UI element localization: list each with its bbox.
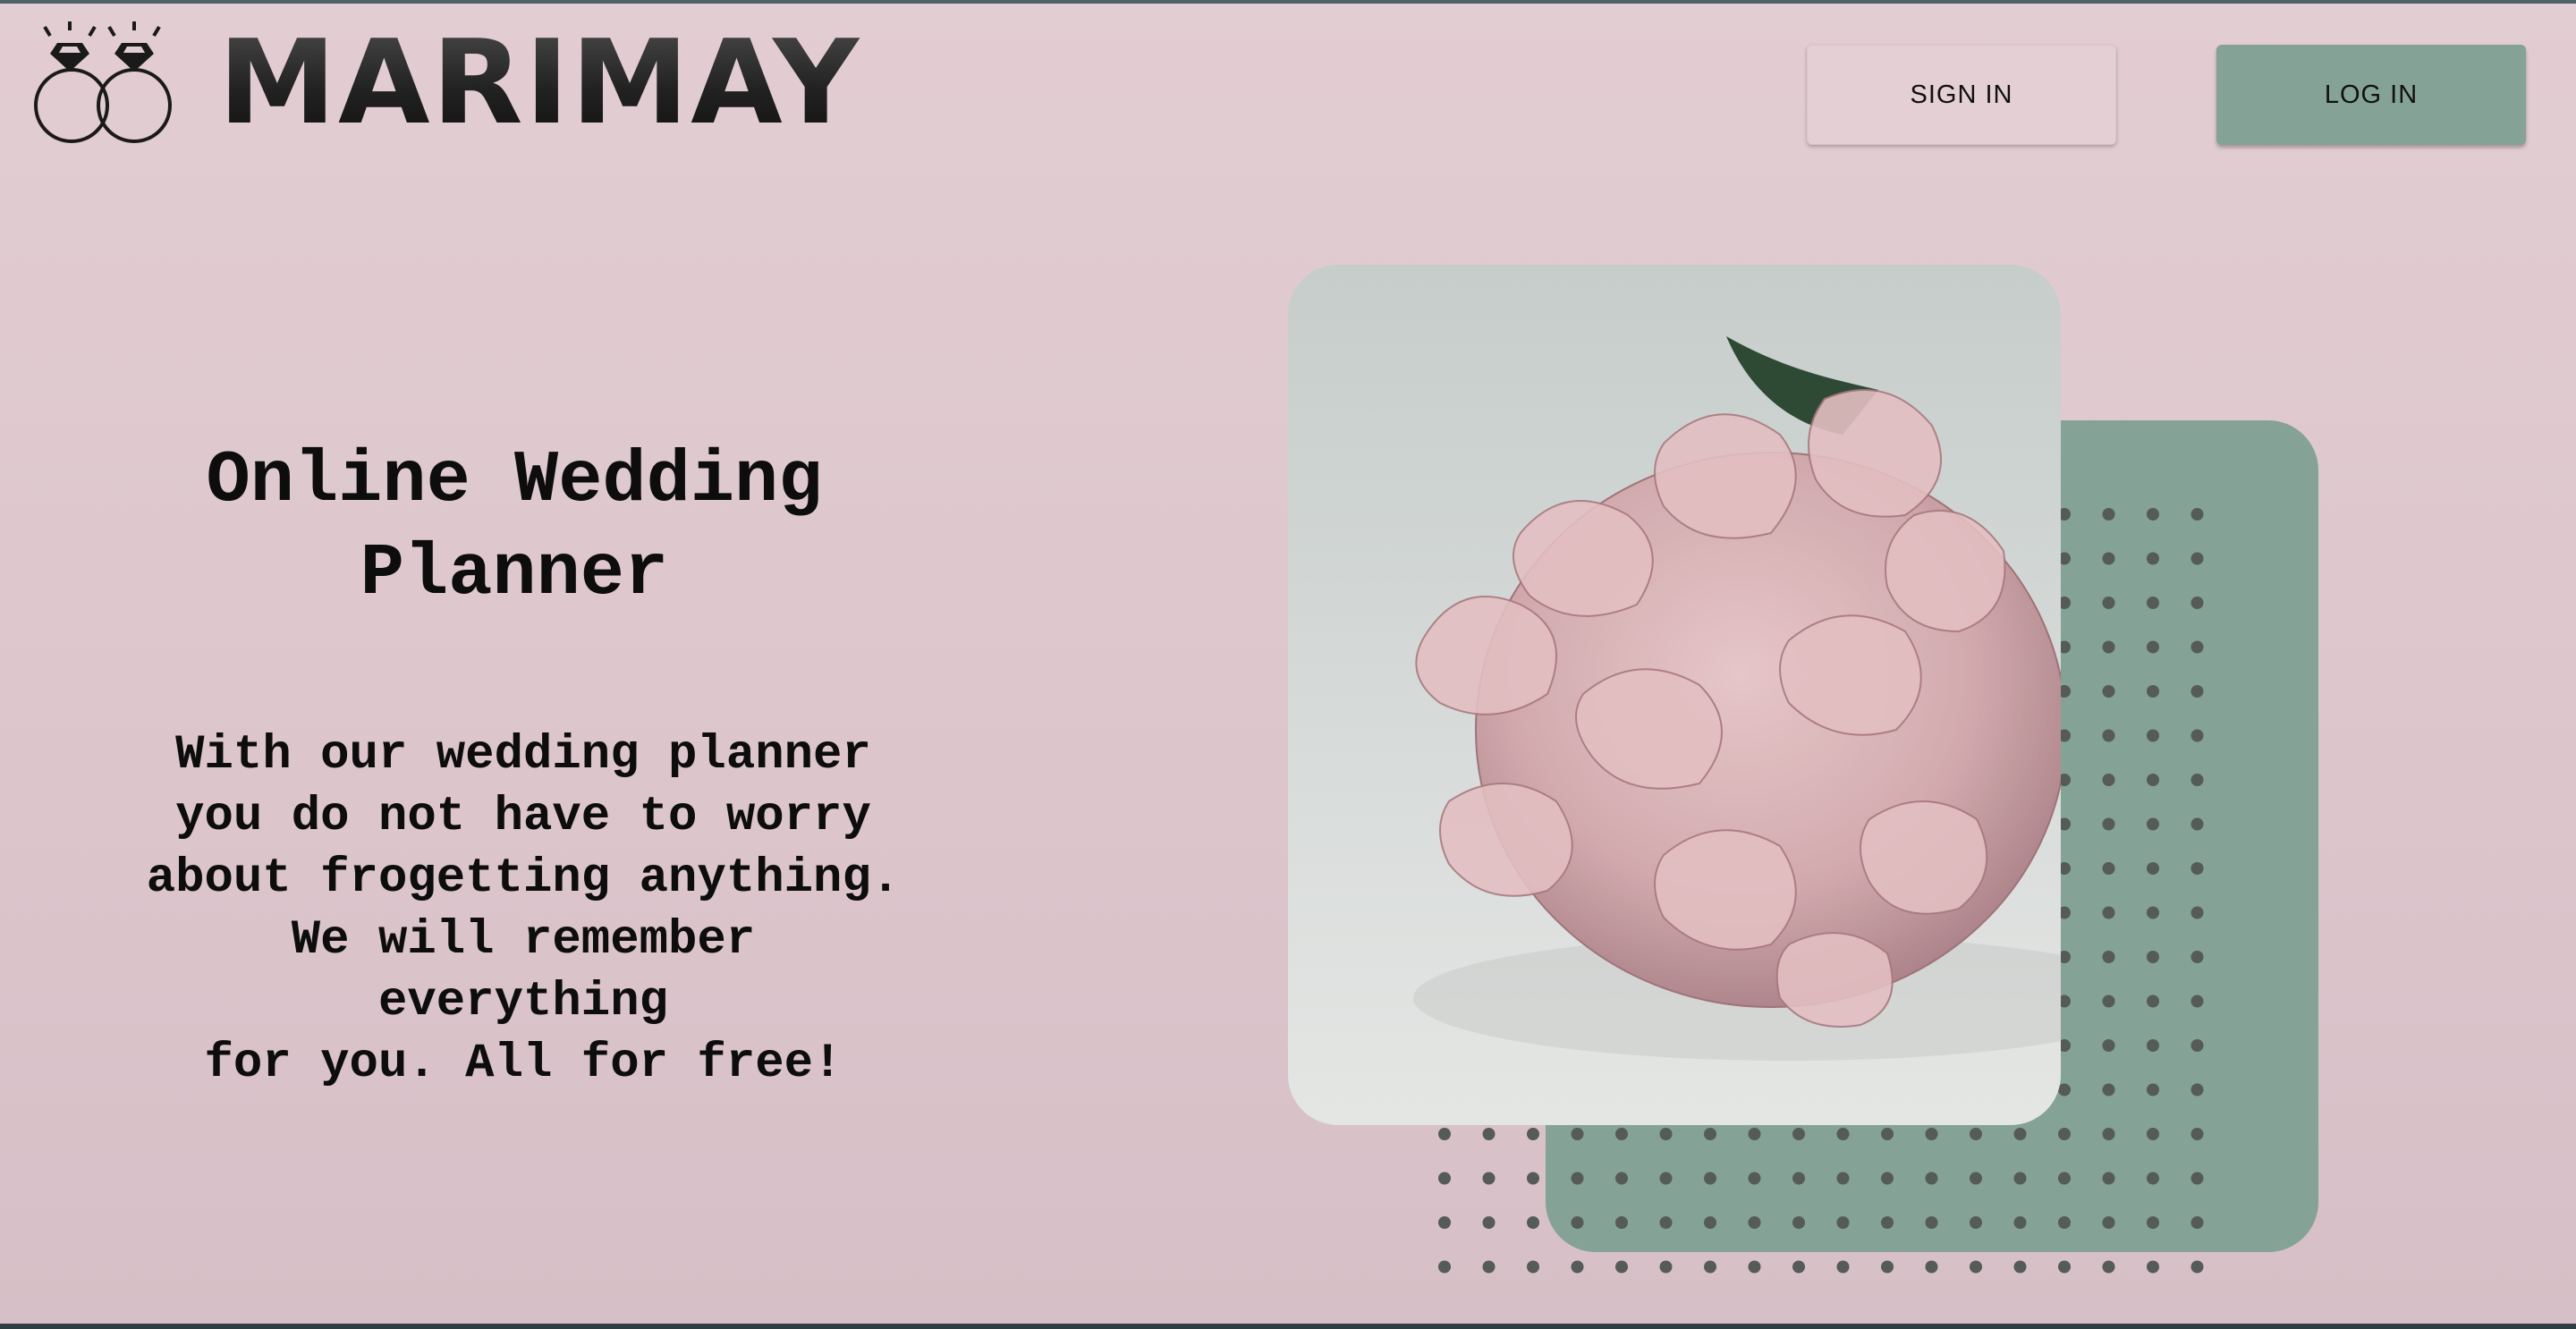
- hero-description-line: you do not have to worry: [175, 790, 871, 844]
- hero-description-line: We will remember everything: [291, 913, 756, 1029]
- hero-title-line: Online Wedding: [206, 439, 823, 522]
- hero-title: Online Wedding Planner: [125, 435, 903, 621]
- hero-description-line: for you. All for free!: [204, 1037, 843, 1091]
- hero-title-line: Planner: [360, 532, 669, 615]
- sign-in-button[interactable]: SIGN IN: [1807, 45, 2116, 145]
- brand-wordmark[interactable]: MARIMAY: [218, 20, 860, 145]
- window-top-border: [0, 0, 2576, 4]
- hydrangea-photo: [1288, 265, 2061, 1125]
- wedding-rings-icon[interactable]: [27, 16, 179, 150]
- hero-description-line: With our wedding planner: [175, 728, 871, 783]
- window-bottom-border: [0, 1324, 2576, 1329]
- hero-description: With our wedding planner you do not have…: [134, 724, 912, 1095]
- hero-description-line: about frogetting anything.: [146, 851, 901, 906]
- log-in-button[interactable]: LOG IN: [2216, 45, 2526, 145]
